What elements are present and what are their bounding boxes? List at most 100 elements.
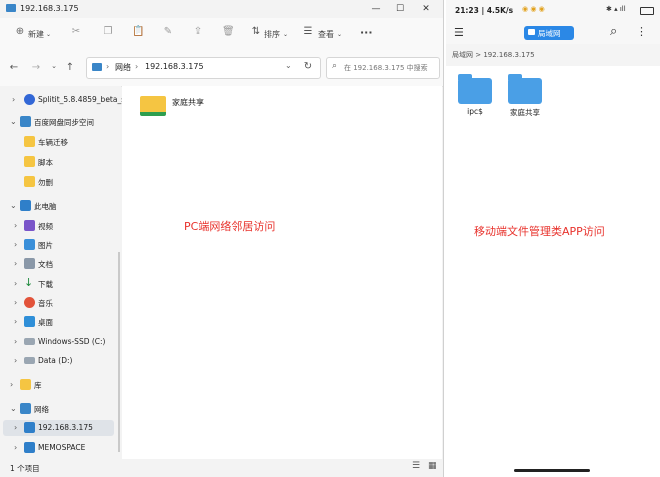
- chevron-right-icon[interactable]: ›: [14, 317, 17, 326]
- pc-file-explorer-window: 192.168.3.175 — ☐ ✕ ⊕ 新建 ⌄ ✂ ❐ 📋 ✎ ⇪ 🗑 ⇅…: [0, 0, 444, 477]
- search-icon[interactable]: ⌕: [610, 24, 617, 39]
- lan-tab[interactable]: 局域网: [524, 26, 574, 40]
- nav-item-this-pc[interactable]: ⌄ 此电脑: [0, 198, 118, 214]
- nav-item-baidu-sync[interactable]: ⌄ 百度网盘同步空间: [0, 114, 118, 130]
- nav-item-label: 百度网盘同步空间: [34, 118, 94, 127]
- sort-icon[interactable]: ⇅: [250, 26, 262, 38]
- refresh-icon[interactable]: ↻: [302, 61, 314, 72]
- nav-item-videos[interactable]: › 视频: [0, 218, 118, 234]
- phone-status-bar: 21:23 | 4.5K/s ◉ ◉ ◉ ✱ ▴ ıll: [446, 0, 660, 22]
- mobile-breadcrumb: 局域网 > 192.168.3.175: [446, 44, 660, 66]
- close-icon[interactable]: ✕: [412, 2, 440, 16]
- computer-icon: [20, 200, 31, 211]
- sort-chevron-icon: ⌄: [283, 31, 289, 38]
- nav-item-documents[interactable]: › 文档: [0, 256, 118, 272]
- nav-item-pictures[interactable]: › 图片: [0, 237, 118, 253]
- more-vert-icon[interactable]: ⋮: [636, 25, 647, 38]
- nav-item-splitit[interactable]: › Splitit_5.8.4859_beta_s: [0, 92, 125, 108]
- new-button[interactable]: 新建: [28, 29, 44, 40]
- address-bar[interactable]: › 网络 › 192.168.3.175 ⌄: [86, 57, 321, 79]
- computer-icon: [24, 442, 35, 453]
- nav-item-host-selected[interactable]: › 192.168.3.175: [3, 420, 114, 436]
- nav-item-libraries[interactable]: › 库: [0, 377, 118, 393]
- nav-item-label: 图片: [38, 241, 53, 250]
- chevron-down-icon[interactable]: ⌄: [10, 201, 17, 210]
- mobile-annotation: 移动端文件管理类APP访问: [474, 225, 605, 238]
- nav-item-label: 桌面: [38, 318, 53, 327]
- chevron-right-icon[interactable]: ›: [14, 221, 17, 230]
- library-folder-icon: [20, 379, 31, 390]
- breadcrumb-sep-icon: ›: [135, 62, 139, 71]
- breadcrumb-host[interactable]: 192.168.3.175: [145, 62, 204, 71]
- chevron-right-icon[interactable]: ›: [14, 337, 17, 346]
- folder-icon: [24, 136, 35, 147]
- nav-item-desktop[interactable]: › 桌面: [0, 314, 118, 330]
- share-icon[interactable]: ⇪: [192, 26, 204, 38]
- chevron-down-icon[interactable]: ⌄: [10, 117, 17, 126]
- lan-tab-label: 局域网: [538, 29, 561, 38]
- chevron-down-icon[interactable]: ⌄: [10, 404, 17, 413]
- nav-item-label: Windows-SSD (C:): [38, 337, 106, 346]
- back-icon[interactable]: ←: [8, 62, 20, 73]
- chevron-right-icon[interactable]: ›: [14, 259, 17, 268]
- nav-scrollbar[interactable]: [118, 252, 120, 452]
- signal-icons: ✱ ▴ ıll: [606, 5, 626, 13]
- nav-item-label: 音乐: [38, 299, 53, 308]
- folder-name: 家庭共享: [172, 98, 204, 107]
- gesture-bar[interactable]: [514, 469, 590, 472]
- network-icon: [92, 63, 102, 71]
- sort-button[interactable]: 排序: [264, 29, 280, 40]
- nav-item-music[interactable]: › 音乐: [0, 295, 118, 311]
- folder-item[interactable]: 家庭共享: [138, 94, 238, 120]
- address-dropdown-icon[interactable]: ⌄: [285, 61, 292, 70]
- chevron-right-icon[interactable]: ›: [14, 240, 17, 249]
- nav-item-scripts[interactable]: 脚本: [0, 154, 118, 170]
- new-plus-icon[interactable]: ⊕: [14, 26, 26, 38]
- chevron-right-icon[interactable]: ›: [14, 356, 17, 365]
- tiles-view-icon[interactable]: ▦: [428, 461, 437, 471]
- nav-item-drive-d[interactable]: › Data (D:): [0, 353, 118, 369]
- breadcrumb-network[interactable]: 网络: [115, 62, 131, 73]
- chevron-right-icon[interactable]: ›: [12, 95, 15, 104]
- status-time: 21:23 | 4.5K/s: [455, 6, 514, 15]
- breadcrumb-path[interactable]: 局域网 > 192.168.3.175: [452, 50, 535, 60]
- view-icon[interactable]: ☰: [302, 26, 314, 38]
- forward-icon[interactable]: →: [30, 62, 42, 73]
- maximize-icon[interactable]: ☐: [386, 2, 414, 16]
- chevron-right-icon[interactable]: ›: [14, 423, 17, 432]
- cut-icon[interactable]: ✂: [70, 26, 82, 38]
- chevron-right-icon[interactable]: ›: [10, 380, 13, 389]
- nav-item-network[interactable]: ⌄ 网络: [0, 401, 118, 417]
- rename-icon[interactable]: ✎: [162, 26, 174, 38]
- picture-icon: [24, 239, 35, 250]
- mobile-folder-item[interactable]: ipc$: [452, 72, 498, 122]
- recent-chevron-icon[interactable]: ⌄: [48, 62, 60, 70]
- nav-item-vehicle-migration[interactable]: 车辆迁移: [0, 134, 118, 150]
- menu-icon[interactable]: ☰: [454, 26, 464, 39]
- nav-item-memospace[interactable]: › MEMOSPACE: [0, 440, 118, 456]
- mobile-folder-item[interactable]: 家庭共享: [502, 72, 548, 122]
- nav-item-do-not-delete[interactable]: 勿删: [0, 174, 118, 190]
- nav-item-label: 网络: [34, 405, 49, 414]
- nav-item-label: 192.168.3.175: [38, 423, 93, 432]
- chevron-right-icon[interactable]: ›: [14, 298, 17, 307]
- details-view-icon[interactable]: ☰: [412, 461, 420, 471]
- view-button[interactable]: 查看: [318, 29, 334, 40]
- copy-icon[interactable]: ❐: [102, 26, 114, 38]
- notification-icons: ◉ ◉ ◉: [522, 5, 545, 13]
- chevron-right-icon[interactable]: ›: [14, 443, 17, 452]
- command-bar: ⊕ 新建 ⌄ ✂ ❐ 📋 ✎ ⇪ 🗑 ⇅ 排序 ⌄ ☰ 查看 ⌄ ···: [0, 18, 443, 51]
- paste-icon[interactable]: 📋: [132, 26, 144, 38]
- chevron-right-icon[interactable]: ›: [14, 279, 17, 288]
- app-icon: [24, 94, 35, 105]
- nav-item-drive-c[interactable]: › Windows-SSD (C:): [0, 334, 118, 350]
- delete-icon[interactable]: 🗑: [222, 26, 235, 38]
- folder-icon: [24, 176, 35, 187]
- more-button[interactable]: ···: [360, 26, 373, 39]
- up-icon[interactable]: ↑: [64, 62, 76, 73]
- nav-item-downloads[interactable]: › ↓ 下载: [0, 276, 118, 292]
- search-box[interactable]: ⌕ 在 192.168.3.175 中搜索: [326, 57, 440, 79]
- nav-item-label: 库: [34, 381, 42, 390]
- video-icon: [24, 220, 35, 231]
- folder-name: ipc$: [467, 107, 483, 116]
